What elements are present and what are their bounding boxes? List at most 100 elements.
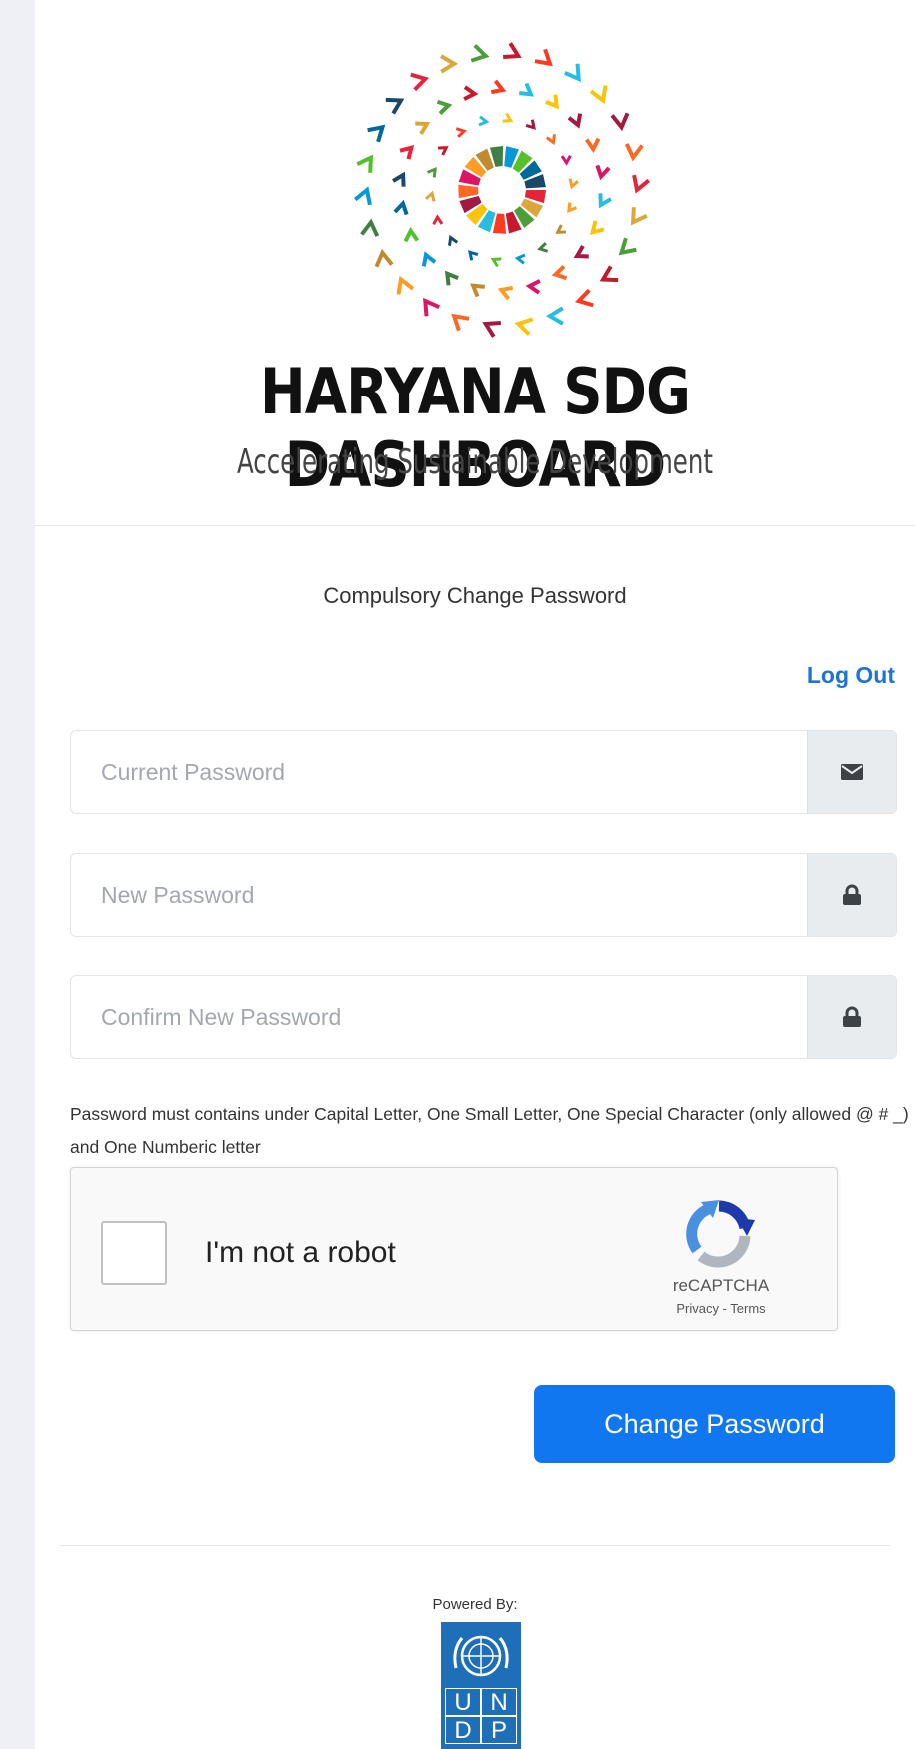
emblem-chevron xyxy=(451,313,470,332)
emblem-chevron xyxy=(470,283,485,298)
emblem-chevron xyxy=(545,306,564,326)
emblem-chevron xyxy=(482,320,501,338)
footer-divider xyxy=(60,1545,890,1546)
recaptcha-widget: I'm not a robot reCAPTCHA Privacy - Term… xyxy=(70,1167,838,1331)
emblem-chevron xyxy=(514,317,534,336)
header-divider xyxy=(35,525,915,526)
emblem-chevron xyxy=(444,270,459,286)
emblem-chevron xyxy=(519,82,534,97)
emblem-chevron xyxy=(573,244,589,259)
emblem-chevron xyxy=(514,253,526,265)
undp-letter-d: D xyxy=(445,1716,481,1744)
undp-logo: U N D P xyxy=(441,1622,521,1749)
logout-link[interactable]: Log Out xyxy=(807,662,895,689)
emblem-chevron xyxy=(438,146,449,156)
emblem-chevron xyxy=(545,134,556,146)
emblem-chevron xyxy=(560,154,572,166)
brand-header: HARYANA SDG DASHBOARD Accelerating Susta… xyxy=(35,0,915,525)
emblem-chevron xyxy=(353,186,372,206)
current-password-input[interactable] xyxy=(71,731,807,813)
undp-letter-u: U xyxy=(445,1688,481,1716)
emblem-chevron xyxy=(534,48,553,67)
emblem-chevron xyxy=(490,79,507,95)
confirm-password-addon xyxy=(807,976,896,1058)
emblem-chevron xyxy=(374,248,394,268)
recaptcha-privacy-terms[interactable]: Privacy - Terms xyxy=(631,1301,811,1316)
emblem-chevron xyxy=(399,145,415,160)
emblem-chevron xyxy=(490,257,502,268)
recaptcha-label: I'm not a robot xyxy=(205,1236,396,1269)
emblem-chevron xyxy=(589,220,605,235)
undp-letter-n: N xyxy=(481,1688,517,1716)
emblem-chevron xyxy=(426,166,437,178)
emblem-chevron xyxy=(440,54,459,74)
emblem-chevron xyxy=(545,94,560,110)
emblem-chevron xyxy=(567,202,578,214)
recaptcha-brand: reCAPTCHA xyxy=(672,1276,770,1295)
emblem-chevron xyxy=(632,174,651,194)
new-password-addon xyxy=(807,854,896,936)
confirm-password-input[interactable] xyxy=(71,976,807,1058)
sdg-wheel-logo xyxy=(353,42,651,338)
emblem-wheel-segment xyxy=(492,213,507,234)
new-password-input[interactable] xyxy=(71,854,807,936)
powered-by-label: Powered By: xyxy=(432,1596,518,1613)
emblem-chevron xyxy=(525,279,541,295)
emblem-chevron xyxy=(567,113,583,129)
emblem-chevron xyxy=(403,227,420,243)
emblem-chevron xyxy=(360,218,380,237)
emblem-chevron xyxy=(356,154,374,173)
lock-icon xyxy=(843,1006,861,1027)
emblem-chevron xyxy=(415,121,431,136)
emblem-chevron xyxy=(455,127,467,138)
undp-letter-p: P xyxy=(481,1716,517,1744)
confirm-password-field xyxy=(70,975,897,1059)
envelope-icon xyxy=(841,764,863,780)
emblem-chevron xyxy=(574,288,594,308)
emblem-chevron xyxy=(432,214,444,226)
emblem-chevron xyxy=(478,115,490,127)
brand-subtitle: Accelerating Sustainable Development xyxy=(237,442,713,482)
emblem-chevron xyxy=(624,143,644,162)
login-card: HARYANA SDG DASHBOARD Accelerating Susta… xyxy=(35,0,915,1749)
emblem-chevron xyxy=(423,297,441,317)
emblem-wheel-segment xyxy=(458,184,479,199)
emblem-chevron xyxy=(448,234,459,246)
current-password-field xyxy=(70,730,897,814)
emblem-chevron xyxy=(367,124,386,143)
emblem-chevron xyxy=(468,250,479,261)
emblem-chevron xyxy=(598,193,612,209)
emblem-chevron xyxy=(421,251,437,267)
emblem-chevron xyxy=(410,72,430,92)
emblem-chevron xyxy=(502,112,514,123)
emblem-chevron xyxy=(385,97,405,115)
emblem-chevron xyxy=(595,164,611,181)
recaptcha-checkbox[interactable] xyxy=(101,1221,167,1285)
form-heading: Compulsory Change Password xyxy=(323,583,627,608)
emblem-chevron xyxy=(470,44,490,63)
emblem-chevron xyxy=(537,242,549,253)
un-emblem-icon xyxy=(453,1635,509,1677)
emblem-chevron xyxy=(463,85,479,101)
current-password-addon xyxy=(807,731,896,813)
emblem-chevron xyxy=(618,237,637,256)
emblem-chevron xyxy=(525,119,536,130)
lock-icon xyxy=(843,884,861,905)
recaptcha-logo-icon xyxy=(686,1200,755,1268)
change-password-button[interactable]: Change Password xyxy=(534,1385,895,1463)
emblem-chevron xyxy=(630,207,648,226)
emblem-chevron xyxy=(610,112,630,132)
emblem-chevron xyxy=(425,190,436,202)
emblem-chevron xyxy=(568,178,579,190)
new-password-field xyxy=(70,853,897,937)
emblem-chevron xyxy=(589,85,608,105)
emblem-chevron xyxy=(555,224,566,234)
emblem-chevron xyxy=(503,42,522,60)
password-rules-hint: Password must contains under Capital Let… xyxy=(70,1104,909,1157)
emblem-chevron xyxy=(436,99,453,115)
emblem-chevron xyxy=(393,199,409,216)
emblem-chevron xyxy=(396,275,415,295)
emblem-chevron xyxy=(392,171,406,187)
emblem-chevron xyxy=(599,265,619,283)
emblem-chevron xyxy=(551,265,568,281)
